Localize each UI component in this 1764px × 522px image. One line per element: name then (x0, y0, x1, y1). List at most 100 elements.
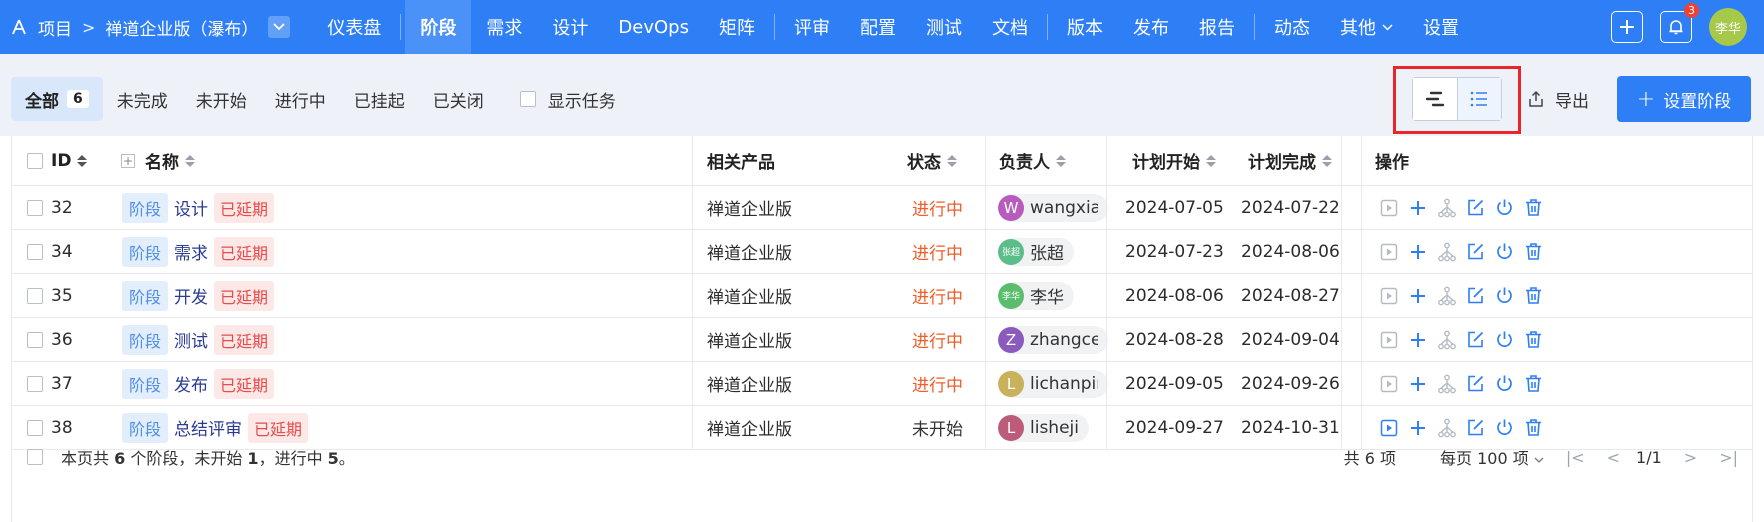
select-all-checkbox[interactable] (27, 152, 43, 169)
header-plan-start[interactable]: 计划开始 (1132, 148, 1200, 173)
start-icon[interactable] (1374, 369, 1403, 398)
notifications-button[interactable]: 3 (1660, 3, 1699, 43)
start-icon[interactable] (1374, 193, 1403, 222)
start-icon[interactable] (1374, 237, 1403, 266)
gantt-view-button[interactable] (1413, 78, 1457, 120)
row-checkbox[interactable] (27, 199, 43, 216)
stage-name-link[interactable]: 设计 (174, 195, 208, 220)
stage-name-link[interactable]: 开发 (174, 283, 208, 308)
split-icon[interactable] (1432, 193, 1461, 222)
first-page-button[interactable]: |< (1566, 448, 1585, 467)
per-page-select[interactable]: 每页 100 项 (1418, 445, 1544, 469)
filter-tab-4[interactable]: 已挂起 (340, 77, 419, 121)
split-icon[interactable] (1432, 369, 1461, 398)
filter-tab-0[interactable]: 全部 6 (11, 77, 103, 121)
nav-item-15[interactable]: 设置 (1408, 0, 1474, 54)
nav-item-10[interactable]: 版本 (1052, 0, 1118, 54)
nav-item-12[interactable]: 报告 (1184, 0, 1250, 54)
owner-chip[interactable]: Zzhangceshi (998, 325, 1108, 354)
split-icon[interactable] (1432, 325, 1461, 354)
nav-item-6[interactable]: 评审 (779, 0, 845, 54)
filter-tab-2[interactable]: 未开始 (182, 77, 261, 121)
sort-icon[interactable] (1206, 154, 1216, 167)
product-switch-dropdown[interactable] (268, 16, 291, 38)
nav-item-0[interactable]: 仪表盘 (312, 0, 396, 54)
add-child-icon[interactable] (1403, 281, 1432, 310)
footer-select-checkbox[interactable] (27, 449, 43, 465)
table-row[interactable]: 32 阶段设计已延期 禅道企业版 进行中 Wwangxiangnan 2024-07-05… (12, 186, 1752, 230)
row-checkbox[interactable] (27, 331, 43, 348)
start-icon[interactable] (1374, 325, 1403, 354)
close-power-icon[interactable] (1490, 325, 1519, 354)
stage-name-link[interactable]: 需求 (174, 239, 208, 264)
edit-icon[interactable] (1461, 237, 1490, 266)
filter-tab-1[interactable]: 未完成 (103, 77, 182, 121)
nav-item-4[interactable]: DevOps (603, 0, 704, 54)
table-row[interactable]: 35 阶段 开发 已延期 禅道企业版 进行中 李华 李华 2024-08-06 2024-08-2… (12, 274, 1752, 318)
close-power-icon[interactable] (1490, 281, 1519, 310)
start-icon[interactable] (1374, 281, 1403, 310)
add-child-icon[interactable] (1403, 325, 1432, 354)
user-avatar[interactable]: 李华 (1709, 8, 1747, 46)
split-icon[interactable] (1432, 281, 1461, 310)
delete-icon[interactable] (1519, 237, 1548, 266)
add-child-icon[interactable] (1403, 369, 1432, 398)
stage-name-link[interactable]: 测试 (174, 327, 208, 352)
nav-item-3[interactable]: 设计 (537, 0, 603, 54)
nav-item-1[interactable]: 阶段 (405, 0, 472, 54)
delete-icon[interactable] (1519, 281, 1548, 310)
sort-icon[interactable] (77, 154, 88, 167)
add-child-icon[interactable] (1403, 237, 1432, 266)
edit-icon[interactable] (1461, 369, 1490, 398)
sort-icon[interactable] (1322, 154, 1332, 167)
nav-item-9[interactable]: 文档 (977, 0, 1043, 54)
next-page-button[interactable]: > (1684, 448, 1697, 467)
delete-icon[interactable] (1519, 369, 1548, 398)
owner-chip[interactable]: 张超 张超 (998, 237, 1074, 266)
header-name[interactable]: 名称 (145, 148, 179, 173)
edit-icon[interactable] (1461, 193, 1490, 222)
show-tasks-toggle[interactable]: 显示任务 (519, 87, 616, 112)
export-button[interactable]: 导出 (1527, 77, 1589, 121)
row-checkbox[interactable] (27, 375, 43, 392)
create-button[interactable] (1611, 11, 1643, 43)
breadcrumb-product-name[interactable]: 禅道企业版（瀑布） (105, 15, 258, 40)
nav-item-2[interactable]: 需求 (471, 0, 537, 54)
nav-item-14[interactable]: 其他 (1325, 0, 1408, 54)
expand-all-icon[interactable]: + (121, 153, 135, 168)
nav-item-13[interactable]: 动态 (1259, 0, 1325, 54)
delete-icon[interactable] (1519, 193, 1548, 222)
edit-icon[interactable] (1461, 281, 1490, 310)
filter-tab-3[interactable]: 进行中 (261, 77, 340, 121)
last-page-button[interactable]: >| (1719, 448, 1738, 467)
owner-chip[interactable]: Wwangxiangnan (998, 193, 1108, 222)
delete-icon[interactable] (1519, 325, 1548, 354)
list-view-button[interactable] (1456, 78, 1501, 120)
owner-chip[interactable]: Llichanpin (998, 369, 1108, 398)
nav-item-5[interactable]: 矩阵 (704, 0, 770, 54)
filter-tab-5[interactable]: 已关闭 (419, 77, 498, 121)
nav-item-8[interactable]: 测试 (911, 0, 977, 54)
sort-icon[interactable] (185, 154, 195, 167)
stage-name-link[interactable]: 发布 (174, 371, 208, 396)
row-checkbox[interactable] (27, 243, 43, 260)
show-tasks-checkbox[interactable] (519, 91, 536, 107)
header-plan-end[interactable]: 计划完成 (1248, 148, 1316, 173)
sort-icon[interactable] (947, 154, 957, 167)
nav-item-11[interactable]: 发布 (1118, 0, 1184, 54)
nav-item-7[interactable]: 配置 (845, 0, 911, 54)
table-row[interactable]: 36 阶段测试已延期 禅道企业版 进行中 Zzhangceshi 2024-08-28 20… (12, 318, 1752, 362)
close-power-icon[interactable] (1490, 237, 1519, 266)
header-owner[interactable]: 负责人 (999, 148, 1050, 173)
prev-page-button[interactable]: < (1607, 448, 1620, 467)
row-checkbox[interactable] (27, 287, 43, 304)
header-id[interactable]: ID (51, 151, 71, 171)
header-status[interactable]: 状态 (907, 148, 941, 173)
close-power-icon[interactable] (1490, 369, 1519, 398)
sort-icon[interactable] (1056, 154, 1066, 167)
table-row[interactable]: 34 阶段 需求 已延期 禅道企业版 进行中 张超 张超 2024-07-23 2024-08-0… (12, 230, 1752, 274)
set-stage-button[interactable]: + 设置阶段 (1617, 76, 1751, 122)
edit-icon[interactable] (1461, 325, 1490, 354)
table-row[interactable]: 37 阶段发布已延期 禅道企业版 进行中 Llichanpin 2024-09-05 202… (12, 362, 1752, 406)
split-icon[interactable] (1432, 237, 1461, 266)
